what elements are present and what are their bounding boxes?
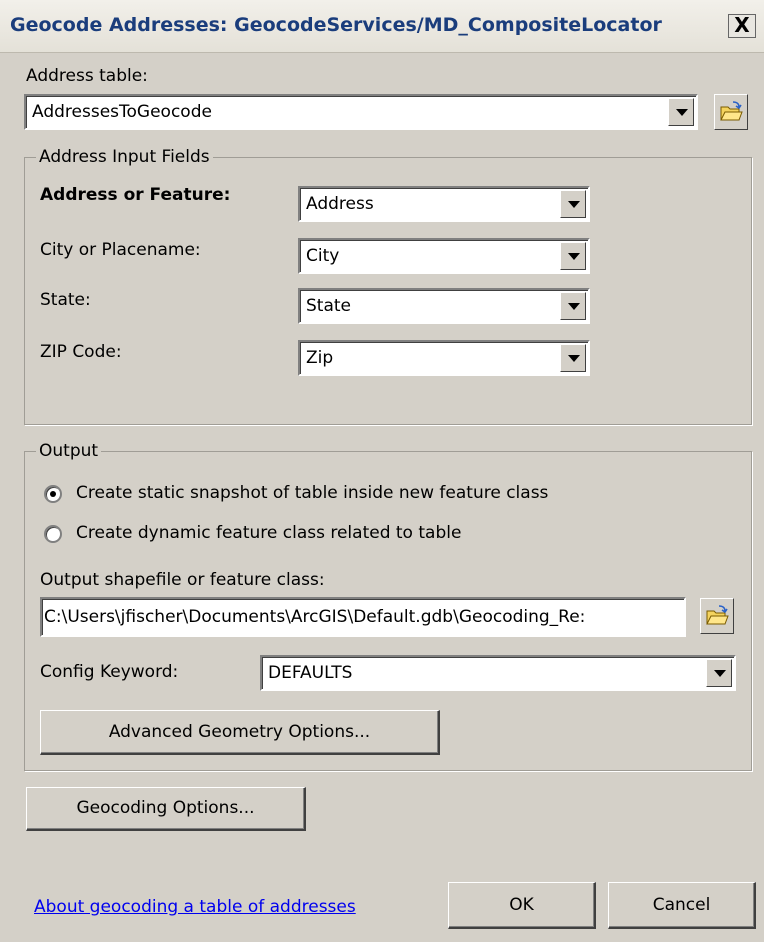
state-field-label: State:	[40, 290, 91, 310]
city-field-label: City or Placename:	[40, 240, 201, 260]
state-field-select[interactable]: State	[298, 288, 590, 324]
config-keyword-select[interactable]: DEFAULTS	[260, 655, 736, 691]
chevron-down-icon[interactable]	[560, 292, 586, 320]
chevron-down-icon[interactable]	[560, 242, 586, 270]
zip-field-label: ZIP Code:	[40, 342, 122, 362]
zip-field-select[interactable]: Zip	[298, 340, 590, 376]
output-path-browse-button[interactable]	[700, 598, 734, 634]
address-table-label: Address table:	[26, 66, 148, 86]
output-path-value: C:\Users\jfischer\Documents\ArcGIS\Defau…	[44, 607, 586, 627]
address-field-select[interactable]: Address	[298, 186, 590, 222]
advanced-geometry-options-button[interactable]: Advanced Geometry Options...	[40, 710, 440, 755]
radio-selected-dot	[50, 491, 56, 497]
address-table-select[interactable]: AddressesToGeocode	[24, 94, 698, 130]
open-folder-icon	[706, 605, 729, 625]
output-path-input[interactable]: C:\Users\jfischer\Documents\ArcGIS\Defau…	[40, 597, 686, 637]
address-field-label: Address or Feature:	[40, 185, 231, 205]
address-field-value: Address	[306, 194, 374, 214]
chevron-down-icon[interactable]	[560, 190, 586, 218]
geocode-addresses-dialog: Geocode Addresses: GeocodeServices/MD_Co…	[0, 0, 764, 942]
city-field-select[interactable]: City	[298, 238, 590, 274]
window-title: Geocode Addresses: GeocodeServices/MD_Co…	[10, 14, 662, 36]
geocoding-options-button[interactable]: Geocoding Options...	[26, 787, 306, 831]
title-bar[interactable]: Geocode Addresses: GeocodeServices/MD_Co…	[0, 0, 764, 53]
output-path-label: Output shapefile or feature class:	[40, 570, 325, 590]
state-field-value: State	[306, 296, 351, 316]
config-keyword-label: Config Keyword:	[40, 662, 179, 682]
chevron-down-icon[interactable]	[668, 98, 694, 126]
open-folder-icon	[720, 101, 743, 121]
chevron-down-icon[interactable]	[560, 344, 586, 372]
city-field-value: City	[306, 246, 340, 266]
address-table-browse-button[interactable]	[714, 94, 748, 130]
dynamic-feature-class-radio[interactable]	[44, 525, 62, 543]
chevron-down-icon[interactable]	[706, 659, 732, 687]
static-snapshot-radio[interactable]	[44, 485, 62, 503]
address-input-fields-title: Address Input Fields	[36, 147, 213, 167]
zip-field-value: Zip	[306, 348, 334, 368]
output-group-title: Output	[36, 441, 102, 461]
help-link[interactable]: About geocoding a table of addresses	[34, 897, 356, 917]
close-icon[interactable]: X	[728, 14, 756, 38]
dynamic-feature-class-label[interactable]: Create dynamic feature class related to …	[76, 523, 461, 543]
address-table-value: AddressesToGeocode	[32, 102, 212, 122]
static-snapshot-label[interactable]: Create static snapshot of table inside n…	[76, 483, 548, 503]
ok-button[interactable]: OK	[448, 882, 596, 929]
cancel-button[interactable]: Cancel	[608, 882, 756, 929]
config-keyword-value: DEFAULTS	[268, 663, 353, 683]
